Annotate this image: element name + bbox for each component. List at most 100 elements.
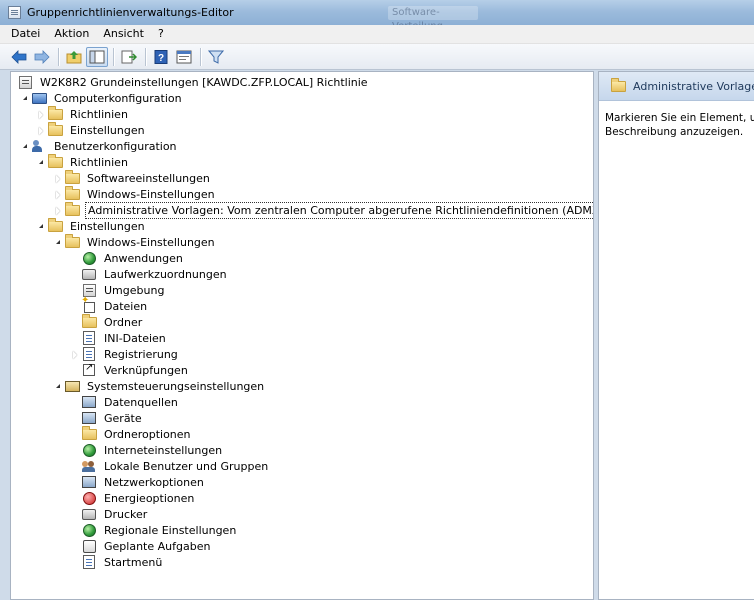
tree-item-geraete[interactable]: Geräte [81, 410, 144, 426]
tree-item-computerkonfiguration[interactable]: Computerkonfiguration [21, 90, 184, 106]
tree-item-label: Einstellungen [70, 123, 145, 137]
expand-toggle-icon[interactable] [53, 206, 62, 215]
tree-item-windows-einstellungen[interactable]: Windows-Einstellungen [53, 233, 217, 250]
tree-item-einstellungen-computer[interactable]: Einstellungen [36, 121, 147, 138]
filter-icon[interactable] [205, 47, 227, 67]
tree-item-drucker[interactable]: Drucker [81, 506, 149, 522]
tree-item-softwareeinstellungen[interactable]: Softwareeinstellungen [53, 169, 212, 186]
expand-toggle-icon[interactable] [36, 110, 45, 119]
tree-item-ini-dateien[interactable]: INI-Dateien [81, 330, 168, 346]
expand-toggle-icon[interactable] [70, 350, 79, 359]
expand-toggle-icon[interactable] [53, 381, 62, 390]
tree-item-netzwerkoptionen[interactable]: Netzwerkoptionen [81, 474, 206, 490]
printer-icon [81, 507, 97, 521]
scheduled-task-icon [81, 539, 97, 553]
folder-icon [64, 201, 80, 217]
background-window-title: Software-Verteilung [388, 6, 478, 32]
expand-toggle-icon[interactable] [53, 190, 62, 199]
expand-toggle-icon[interactable] [53, 174, 62, 183]
shortcut-icon [81, 362, 97, 377]
menu-help[interactable]: ? [151, 25, 171, 43]
tree-item-anwendungen[interactable]: Anwendungen [81, 250, 185, 266]
folder-icon [64, 169, 80, 185]
tree-item-label: Windows-Einstellungen [87, 187, 215, 201]
drive-icon [81, 267, 97, 281]
gpo-document-icon [17, 75, 33, 89]
export-list-icon[interactable] [118, 47, 140, 67]
expand-toggle-icon[interactable] [36, 221, 45, 230]
internet-icon [81, 443, 97, 457]
globe-icon [81, 251, 97, 265]
tree-item-laufwerkzuordnungen[interactable]: Laufwerkzuordnungen [81, 266, 229, 282]
properties-icon[interactable] [173, 47, 195, 67]
start-menu-icon [81, 555, 97, 569]
menu-bar: Datei Aktion Ansicht ? [0, 25, 754, 44]
tree-root-label: W2K8R2 Grundeinstellungen [KAWDC.ZFP.LOC… [40, 75, 368, 89]
tree-item-label: Richtlinien [70, 155, 128, 169]
folder-options-icon [81, 425, 97, 441]
up-folder-icon[interactable] [63, 47, 85, 67]
tree-item-systemsteuerungseinstellungen[interactable]: Systemsteuerungseinstellungen [54, 378, 266, 394]
folder-icon [47, 153, 63, 169]
menu-datei[interactable]: Datei [4, 25, 47, 43]
svg-text:?: ? [158, 53, 164, 64]
menu-aktion[interactable]: Aktion [47, 25, 96, 43]
tree-pane[interactable]: W2K8R2 Grundeinstellungen [KAWDC.ZFP.LOC… [10, 71, 594, 600]
tree-item-startmenue[interactable]: Startmenü [81, 554, 164, 570]
menu-ansicht[interactable]: Ansicht [96, 25, 151, 43]
expand-toggle-icon[interactable] [53, 237, 62, 246]
tree-item-ordner[interactable]: Ordner [81, 313, 144, 330]
title-bar[interactable]: Gruppenrichtlinienverwaltungs-Editor Sof… [0, 0, 754, 32]
tree-item-richtlinien-computer[interactable]: Richtlinien [36, 105, 130, 122]
network-icon [81, 475, 97, 489]
gpo-editor-app-icon [8, 6, 21, 19]
window-title: Gruppenrichtlinienverwaltungs-Editor [27, 6, 234, 19]
tree-item-datenquellen[interactable]: Datenquellen [81, 394, 180, 410]
power-icon [81, 491, 97, 505]
tree-item-label: Drucker [104, 507, 148, 521]
tree-item-label: Umgebung [104, 283, 165, 297]
tree-item-label: Windows-Einstellungen [87, 235, 215, 249]
tree-item-dateien[interactable]: Dateien [81, 295, 149, 314]
tree-item-label: Laufwerkzuordnungen [104, 267, 227, 281]
tree-item-label: Anwendungen [104, 251, 183, 265]
tree-item-benutzerkonfiguration[interactable]: Benutzerkonfiguration [21, 138, 179, 154]
registry-icon [81, 347, 97, 361]
tree-item-geplante-aufgaben[interactable]: Geplante Aufgaben [81, 538, 212, 554]
expand-toggle-icon[interactable] [20, 141, 29, 150]
folder-icon [47, 121, 63, 137]
tree-item-umgebung[interactable]: Umgebung [81, 282, 166, 298]
tree-item-label: Ordner [104, 315, 143, 329]
help-icon[interactable]: ? [150, 47, 172, 67]
tree-item-label: Lokale Benutzer und Gruppen [104, 459, 269, 473]
tree-item-interneteinstellungen[interactable]: Interneteinstellungen [81, 442, 224, 458]
tree-item-label: Geplante Aufgaben [104, 539, 211, 553]
tree-item-registrierung[interactable]: Registrierung [71, 346, 180, 362]
tree-root[interactable]: W2K8R2 Grundeinstellungen [KAWDC.ZFP.LOC… [17, 74, 370, 90]
tree-item-ordneroptionen[interactable]: Ordneroptionen [81, 425, 193, 442]
expand-toggle-icon[interactable] [36, 157, 45, 166]
forward-arrow-icon[interactable] [31, 47, 53, 67]
tree-item-regionale-einstellungen[interactable]: Regionale Einstellungen [81, 522, 238, 538]
tree-item-richtlinien-benutzer[interactable]: Richtlinien [36, 153, 130, 170]
tree-item-administrative-vorlagen[interactable]: Administrative Vorlagen: Vom zentralen C… [53, 201, 593, 219]
folder-icon [610, 77, 626, 93]
tree-item-verknuepfungen[interactable]: Verknüpfungen [81, 362, 190, 378]
toolbar-separator [113, 47, 114, 66]
expand-toggle-icon[interactable] [36, 126, 45, 135]
tree-item-label: Richtlinien [70, 107, 128, 121]
tree-item-label: Netzwerkoptionen [104, 475, 204, 489]
tree-item-energieoptionen[interactable]: Energieoptionen [81, 490, 196, 506]
tree-item-label: Registrierung [104, 347, 178, 361]
toolbar-separator [200, 47, 201, 66]
tree-item-windows-einstellungen-richtlinien[interactable]: Windows-Einstellungen [53, 185, 217, 202]
tree-item-label: Benutzerkonfiguration [54, 139, 177, 153]
tree-item-lokale-benutzer-und-gruppen[interactable]: Lokale Benutzer und Gruppen [81, 458, 270, 474]
expand-toggle-icon[interactable] [20, 93, 29, 102]
tree-item-einstellungen-benutzer[interactable]: Einstellungen [36, 217, 147, 234]
tree-item-label: Verknüpfungen [104, 363, 188, 377]
back-arrow-icon[interactable] [8, 47, 30, 67]
tree-item-label: Interneteinstellungen [104, 443, 223, 457]
show-hide-tree-icon[interactable] [86, 46, 108, 67]
details-header: Administrative Vorlagen: V [599, 72, 754, 101]
